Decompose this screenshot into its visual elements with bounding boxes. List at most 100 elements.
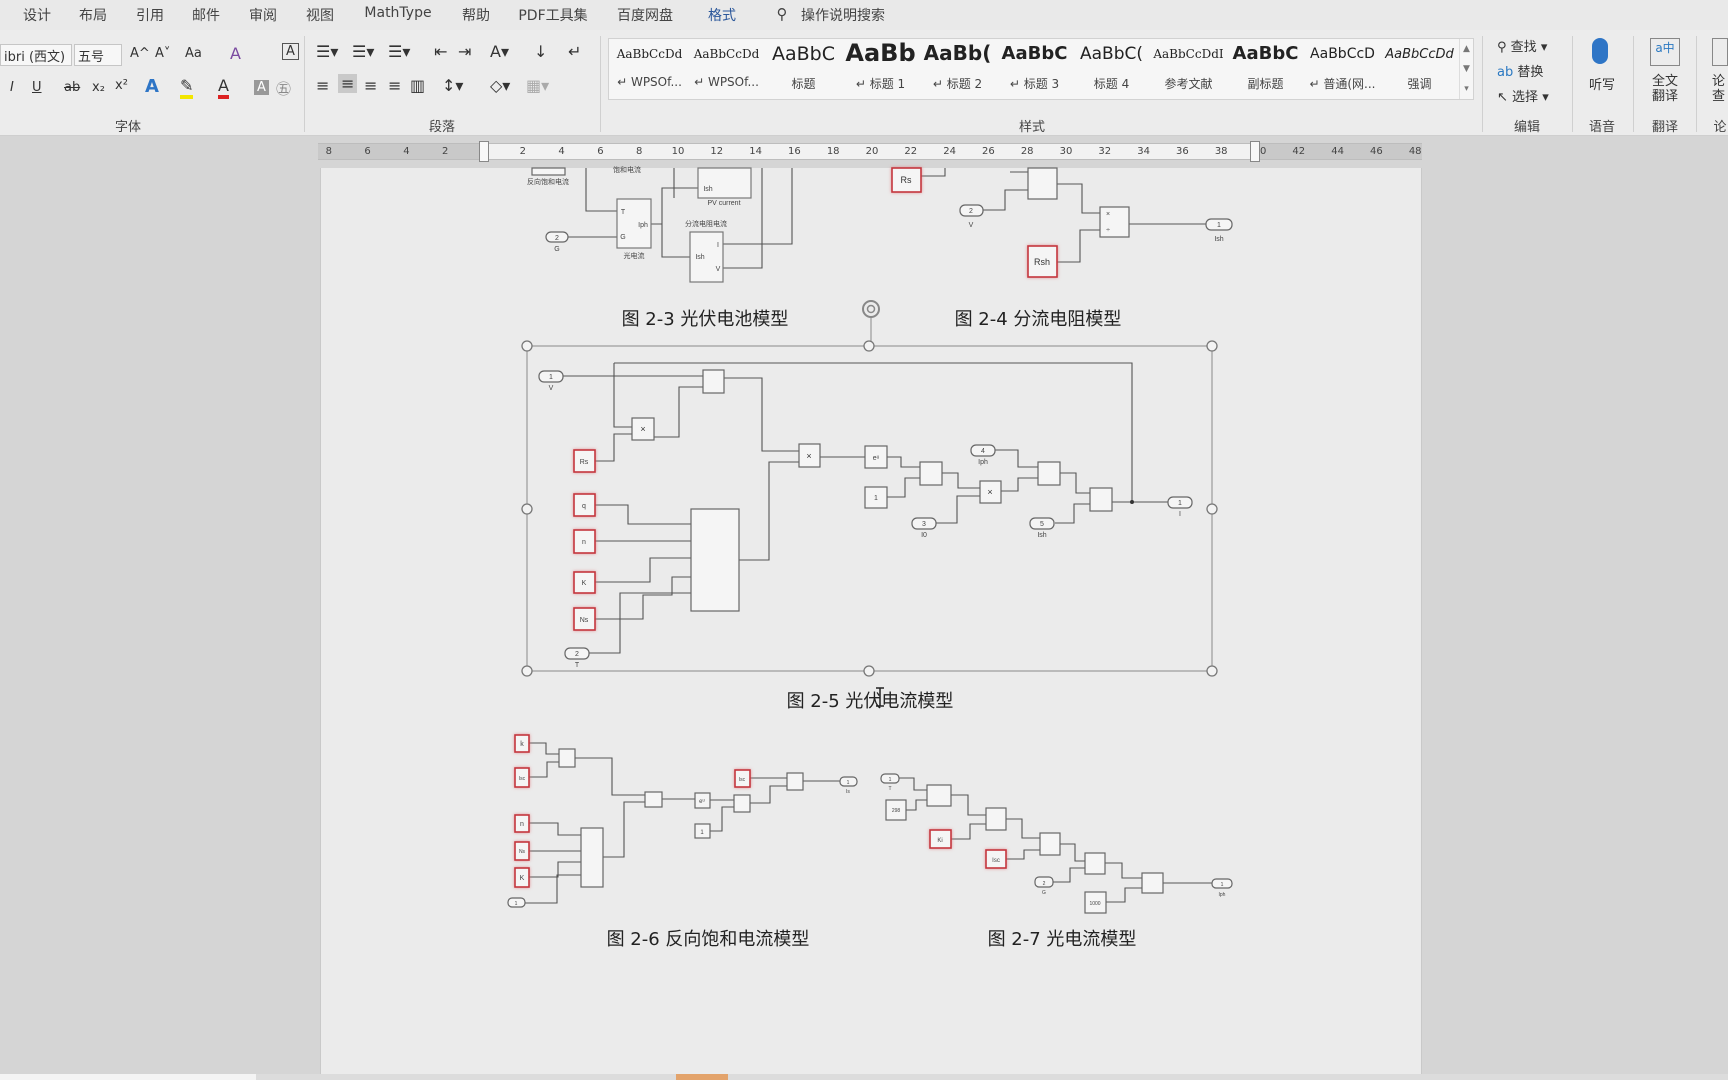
sum-block	[702, 369, 725, 394]
svg-text:Ish: Ish	[1214, 236, 1223, 243]
svg-text:1: 1	[549, 374, 553, 381]
svg-text:Iph: Iph	[1219, 892, 1226, 898]
svg-text:÷: ÷	[1106, 227, 1110, 234]
svg-text:Ish: Ish	[1037, 532, 1046, 539]
svg-text:5: 5	[1040, 521, 1044, 528]
svg-text:4: 4	[981, 448, 985, 455]
sum-block	[1089, 487, 1113, 512]
svg-text:V: V	[969, 222, 974, 229]
svg-text:1: 1	[1217, 222, 1221, 229]
svg-text:2: 2	[969, 208, 973, 215]
svg-text:Is: Is	[846, 789, 850, 795]
divide-block	[1141, 872, 1164, 894]
resize-handle	[1206, 665, 1218, 677]
svg-text:2: 2	[555, 235, 559, 242]
svg-text:Ns: Ns	[519, 849, 526, 855]
svg-text:3: 3	[922, 521, 926, 528]
figure-2-3-pv-cell-model[interactable]: 反向饱和电流 饱和电流 Ish PV current T G Iph 光电流 2…	[527, 165, 793, 283]
product-divide-block	[580, 827, 604, 888]
svg-text:×: ×	[806, 451, 811, 461]
svg-text:eᵘ: eᵘ	[699, 799, 705, 805]
svg-text:G: G	[554, 246, 559, 253]
svg-text:1: 1	[515, 901, 518, 907]
resize-handle	[521, 340, 533, 352]
svg-text:Isc: Isc	[992, 858, 1000, 864]
svg-text:1: 1	[847, 780, 850, 786]
svg-text:Rsh: Rsh	[1034, 257, 1050, 267]
svg-text:2: 2	[575, 651, 579, 658]
svg-text:Ish: Ish	[703, 186, 712, 193]
resize-handle	[863, 340, 875, 352]
svg-text:Ish: Ish	[695, 254, 704, 261]
sum-block	[919, 461, 943, 486]
svg-text:1: 1	[889, 777, 892, 783]
product-block	[985, 807, 1007, 831]
figure-2-4-shunt-resistor-model[interactable]: Rs 2 V × ÷ Rsh 1 Ish	[891, 167, 1233, 278]
svg-text:×: ×	[987, 487, 992, 497]
svg-text:PV current: PV current	[707, 200, 740, 207]
figure-2-6-caption: 图 2-6 反向饱和电流模型	[607, 929, 810, 950]
svg-text:Rs: Rs	[901, 175, 912, 185]
figure-2-5-caption: 图 2-5 光伏电流模型	[787, 691, 954, 712]
rotate-handle-icon[interactable]	[862, 300, 880, 346]
svg-text:n: n	[582, 539, 586, 546]
resize-handle	[863, 665, 875, 677]
svg-text:分流电阻电流: 分流电阻电流	[685, 219, 727, 228]
svg-text:×: ×	[1106, 211, 1110, 218]
figure-2-6-saturation-current-model[interactable]: k Isc n Ns K 1 eᵘ 1 Isc 1 Is	[507, 734, 858, 908]
svg-text:V: V	[549, 385, 554, 392]
svg-text:q: q	[582, 503, 586, 510]
divide-block	[1099, 206, 1130, 238]
sum-block	[1027, 167, 1058, 200]
svg-text:I0: I0	[921, 532, 927, 539]
product-block	[558, 748, 576, 768]
sum-block	[926, 784, 952, 807]
divide-block	[644, 791, 663, 808]
svg-text:光电流: 光电流	[624, 251, 645, 260]
svg-text:反向饱和电流: 反向饱和电流	[527, 177, 569, 186]
svg-text:T: T	[621, 209, 626, 216]
sum-block	[1039, 832, 1061, 856]
svg-text:T: T	[575, 662, 580, 669]
svg-text:Iph: Iph	[978, 459, 988, 466]
svg-text:Isc: Isc	[739, 777, 746, 783]
sum-block	[733, 794, 751, 813]
saturation-current-subsystem	[531, 167, 566, 176]
figure-2-4-caption: 图 2-4 分流电阻模型	[955, 309, 1122, 330]
sum-block	[1037, 461, 1061, 486]
svg-text:G: G	[1042, 890, 1046, 896]
svg-text:K: K	[520, 875, 525, 882]
svg-text:饱和电流: 饱和电流	[613, 165, 641, 174]
resize-handle	[1206, 340, 1218, 352]
status-bar	[0, 1074, 1728, 1080]
figure-2-5-pv-current-model[interactable]: 1 V × Rs q n K Ns 2 T × eᵘ 1 3 I0 4 Iph …	[538, 362, 1193, 669]
svg-text:1: 1	[874, 495, 878, 502]
svg-text:1: 1	[1221, 882, 1224, 888]
svg-text:n: n	[520, 821, 524, 828]
svg-text:Ki: Ki	[937, 838, 942, 844]
svg-text:1000: 1000	[1089, 901, 1100, 907]
figure-2-3-caption: 图 2-3 光伏电池模型	[622, 309, 789, 330]
svg-text:Iph: Iph	[638, 222, 648, 229]
svg-text:K: K	[582, 580, 587, 587]
figure-2-7-photo-current-model[interactable]: 1 T 298 Ki Isc 2 G 1000 1 Iph	[880, 773, 1233, 914]
pv-current-subsystem	[697, 167, 752, 199]
svg-text:2: 2	[1043, 881, 1046, 887]
resize-handle	[521, 665, 533, 677]
svg-text:1: 1	[1178, 500, 1182, 507]
product-divide-block	[690, 508, 740, 612]
svg-text:×: ×	[640, 424, 645, 434]
resize-handle	[1206, 503, 1218, 515]
svg-text:Isc: Isc	[519, 776, 526, 782]
figure-2-7-caption: 图 2-7 光电流模型	[988, 929, 1137, 950]
svg-text:298: 298	[892, 808, 901, 814]
svg-text:I: I	[717, 242, 719, 249]
svg-text:I: I	[1179, 511, 1181, 518]
divide-block	[786, 772, 804, 791]
svg-text:Ns: Ns	[580, 617, 589, 624]
svg-text:T: T	[888, 786, 891, 792]
svg-text:V: V	[716, 266, 721, 273]
scroll-indicator[interactable]	[676, 1074, 728, 1080]
svg-text:G: G	[620, 234, 625, 241]
svg-text:k: k	[520, 741, 524, 748]
